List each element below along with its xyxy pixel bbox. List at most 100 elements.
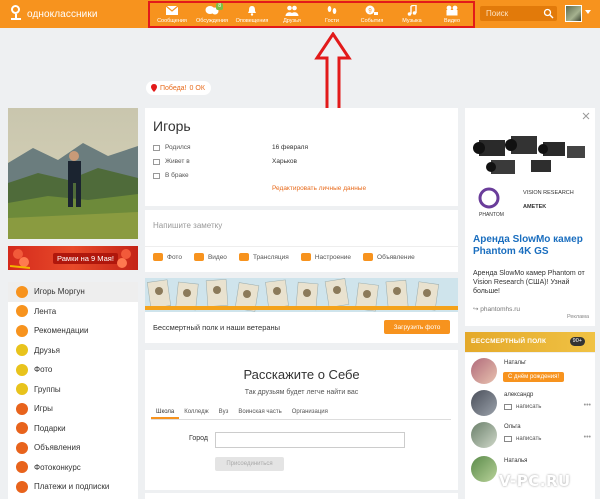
main-nav: Сообщения 8 Обсуждения Оповещения Друзья — [152, 3, 472, 27]
about-card: Расскажите о Себе Так друзьям будет легч… — [145, 350, 458, 490]
note-action-mood[interactable]: Настроение — [300, 253, 351, 261]
ok-logo-icon — [9, 5, 23, 23]
write-message-link[interactable]: написать — [504, 436, 541, 442]
ads-icon — [16, 441, 28, 454]
search-input[interactable] — [480, 6, 542, 21]
regiment-text: Бессмертный полк и наши ветераны — [153, 323, 281, 332]
avatar — [471, 390, 497, 416]
ad-brand: PHANTOM — [479, 212, 504, 218]
ad-brand3: AMETEK — [523, 204, 546, 210]
avatar — [471, 456, 497, 482]
games-icon — [16, 402, 28, 415]
tab-organization[interactable]: Организация — [287, 406, 333, 419]
menu-item-profile[interactable]: Игорь Моргун — [8, 282, 138, 302]
profile-born-value: 16 февраля — [272, 144, 308, 151]
nav-events[interactable]: 9 События — [352, 3, 392, 27]
menu-item-photos[interactable]: Фото — [8, 360, 138, 380]
user-avatar[interactable] — [565, 5, 582, 22]
menu-item-recommendations[interactable]: Рекомендации — [8, 321, 138, 341]
groups-icon — [16, 383, 28, 396]
flower-decoration-icon — [10, 249, 30, 269]
birthday-button[interactable]: С днём рождения! — [503, 372, 564, 382]
note-action-video[interactable]: Видео — [193, 253, 227, 261]
tab-military[interactable]: Воинская часть — [233, 406, 286, 419]
menu-item-games[interactable]: Игры — [8, 399, 138, 419]
city-input[interactable] — [215, 432, 405, 448]
feed-icon — [16, 305, 28, 318]
left-menu: Игорь Моргун Лента Рекомендации Друзья Ф… — [8, 282, 138, 499]
nav-friends[interactable]: Друзья — [272, 3, 312, 27]
city-label: Город — [189, 435, 208, 442]
menu-item-payments[interactable]: Платежи и подписки — [8, 477, 138, 497]
profile-card: Игорь Родился 16 февраля Живет в Харьков… — [145, 108, 458, 206]
ad-title[interactable]: Аренда SlowMo камер Phantom 4K GS — [473, 234, 591, 258]
tab-school[interactable]: Школа — [151, 406, 180, 419]
menu-item-photocontest[interactable]: Фотоконкурс — [8, 458, 138, 478]
upload-photo-button[interactable]: Загрузить фото — [384, 320, 450, 334]
menu-item-friends[interactable]: Друзья — [8, 341, 138, 361]
tab-university[interactable]: Вуз — [214, 406, 234, 419]
menu-item-groups[interactable]: Группы — [8, 380, 138, 400]
note-input[interactable] — [153, 218, 443, 232]
edit-profile-link[interactable]: Редактировать личные данные — [272, 185, 366, 192]
more-icon[interactable]: ••• — [584, 434, 591, 441]
menu-item-ads[interactable]: Объявления — [8, 438, 138, 458]
nav-notifications[interactable]: Оповещения — [232, 3, 272, 27]
recommendations-icon — [16, 324, 28, 337]
friends-icon — [16, 344, 28, 357]
note-action-ad[interactable]: Объявление — [363, 253, 415, 261]
photo-icon — [16, 363, 28, 376]
note-action-stream[interactable]: Трансляция — [238, 253, 289, 261]
victory-pill[interactable]: Победа! 0 ОК — [146, 81, 211, 95]
ad-link[interactable]: ↪ phantomhs.ru — [473, 305, 520, 313]
note-composer: Фото Видео Трансляция Настроение Объявле… — [145, 210, 458, 272]
nav-guests[interactable]: Гости — [312, 3, 352, 27]
friend-name: Наталья — [504, 458, 528, 464]
friend-name: Натальг — [504, 360, 527, 366]
gift-icon — [16, 422, 28, 435]
join-button[interactable]: Присоединиться — [215, 457, 284, 471]
music-icon — [405, 5, 419, 16]
broadcast-icon — [238, 253, 249, 261]
tab-college[interactable]: Колледж — [179, 406, 213, 419]
ad-description: Аренда SlowMo камер Phantom от Vision Re… — [473, 270, 585, 295]
message-icon — [504, 404, 512, 410]
top-bar: одноклассники Сообщения 8 Обсуждения Опо… — [0, 0, 600, 28]
banner-label: Рамки на 9 Мая! — [53, 253, 118, 264]
more-icon[interactable]: ••• — [584, 402, 591, 409]
camera-icon — [153, 253, 163, 261]
nav-messages[interactable]: Сообщения — [152, 3, 192, 27]
polk-badge: 90+ — [569, 337, 585, 346]
may-frames-banner[interactable]: Рамки на 9 Мая! — [8, 246, 138, 270]
discussions-badge: 8 — [216, 3, 223, 10]
search-icon[interactable] — [543, 8, 554, 19]
note-action-photo[interactable]: Фото — [153, 253, 182, 261]
menu-item-gifts[interactable]: Подарки — [8, 419, 138, 439]
video-camera-icon — [193, 253, 204, 261]
ad-block[interactable]: PHANTOM VISION RESEARCH AMETEK Аренда Sl… — [465, 108, 595, 326]
ad-brand2: VISION RESEARCH — [523, 190, 574, 196]
profile-row-born: Родился — [153, 144, 191, 151]
profile-row-married: В браке — [153, 172, 189, 179]
write-message-link[interactable]: написать — [504, 404, 541, 410]
chevron-down-icon[interactable] — [585, 10, 591, 14]
note-actions: Фото Видео Трансляция Настроение Объявле… — [153, 253, 427, 261]
regiment-photos-strip — [145, 278, 458, 312]
profile-lives-value: Харьков — [272, 158, 297, 165]
nav-music[interactable]: Музыка — [392, 3, 432, 27]
nav-video[interactable]: Видео — [432, 3, 472, 27]
rings-icon — [153, 172, 160, 179]
friends-icon — [285, 5, 299, 16]
message-icon — [504, 436, 512, 442]
flower-decoration-icon — [117, 249, 131, 268]
profile-photo[interactable] — [8, 108, 138, 239]
profile-icon — [16, 285, 28, 298]
immortal-regiment-banner[interactable]: БЕССМЕРТНЫЙ ПОЛК 90+ — [465, 332, 595, 352]
profile-row-lives: Живет в — [153, 158, 190, 165]
logo[interactable]: одноклассники — [9, 5, 109, 23]
regiment-card: Бессмертный полк и наши ветераны Загрузи… — [145, 278, 458, 343]
close-icon[interactable] — [582, 112, 590, 120]
menu-item-feed[interactable]: Лента — [8, 302, 138, 322]
nav-discussions[interactable]: 8 Обсуждения — [192, 3, 232, 27]
search-box — [480, 6, 557, 21]
